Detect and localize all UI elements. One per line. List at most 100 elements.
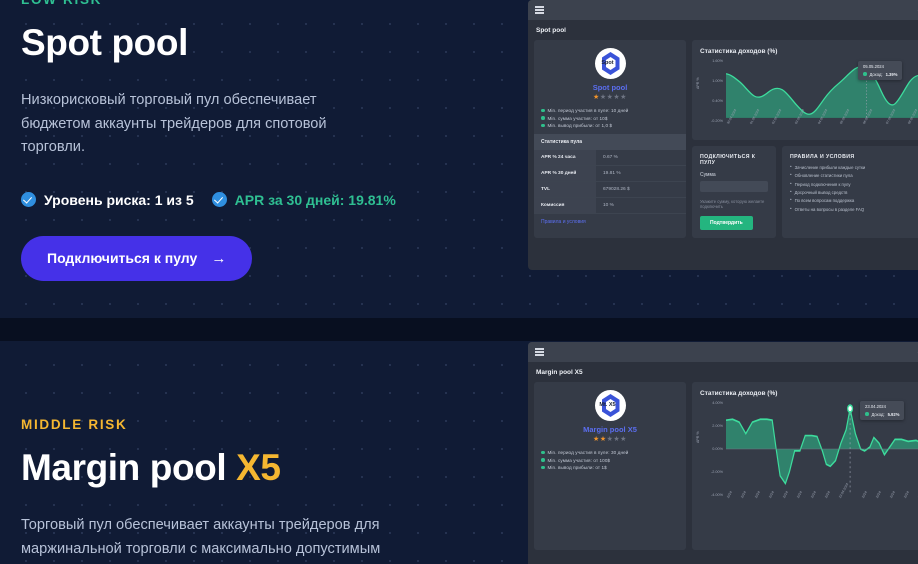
join-pool-title: Подключиться к пулу (700, 154, 756, 166)
chart-tooltip: 23.04.2024 Доход: 5.92% (860, 401, 905, 420)
tooltip-dot-icon (863, 72, 867, 76)
app-topbar: ☼ (528, 342, 918, 362)
bullet-text: Min. период участия в пуле: 10 дней (547, 108, 629, 113)
app-right-column: Статистика доходов (%) APR % 1.60% 1.00%… (692, 40, 918, 238)
page-title: Spot pool (21, 23, 491, 63)
y-tick: 4.00% (712, 401, 723, 405)
tooltip-date: 23.04.2024 (865, 404, 886, 409)
tooltip-value: 1.39% (885, 71, 898, 77)
list-item: • Досрочный вывод средств (790, 189, 918, 196)
table-cell-value: 10 % (603, 203, 614, 208)
list-item: Min. период участия в пуле: 10 дней (541, 108, 686, 113)
table-cell-key: Комиссия (534, 198, 596, 213)
tooltip-value-row: Доход: 1.39% (863, 72, 897, 77)
margin-pool-app-screenshot: ☼ Margin pool X5 Mt. X5 Margin pool X5 ★… (528, 342, 918, 564)
page-title-accent: X5 (236, 447, 281, 488)
list-item: • Ответы на вопросы в разделе FAQ (790, 206, 918, 212)
logo-text: Mt. X5 (599, 401, 616, 408)
rule-text: Досрочный вывод средств (794, 190, 848, 196)
risk-kicker: MIDDLE RISK (21, 417, 128, 432)
pool-description: Торговый пул обеспечивает аккаунты трейд… (21, 516, 381, 557)
table-cell-key: APR % 30 дней (534, 166, 596, 181)
hamburger-icon[interactable] (535, 6, 544, 14)
y-tick: -2.00% (710, 470, 723, 474)
list-item: • Обновление статистики пула (790, 172, 918, 178)
annotation-point (847, 404, 854, 414)
pool-info-card: Spot Spot pool ★★★★★ Min. период участия… (534, 40, 686, 238)
list-item: Min. вывод прибыли: от 1,0 $ (541, 123, 686, 128)
y-tick: 0.40% (712, 99, 723, 103)
facts-row: Уровень риска: 1 из 5 APR за 30 дней: 19… (21, 192, 491, 208)
join-pool-card: Подключиться к пулу Сумма Укажите сумму,… (692, 146, 776, 238)
app-body: Mt. X5 Margin pool X5 ★★★★★ Min. период … (528, 382, 918, 550)
bullet-dot-icon: • (790, 172, 792, 178)
tooltip-dot-icon (865, 412, 869, 416)
list-item: • Зачисление прибыли каждые сутки (790, 164, 918, 170)
fact-risk-level: Уровень риска: 1 из 5 (21, 192, 194, 208)
pool-description: Низкорисковый торговый пул обеспечивает … (21, 91, 327, 156)
income-chart-card: Статистика доходов (%) APR % 1.60% 1.00%… (692, 40, 918, 140)
bullet-dot-icon (541, 123, 545, 128)
table-cell-key: TVL (534, 182, 596, 197)
bullet-dot-icon (541, 458, 545, 462)
lower-cards-row: Подключиться к пулу Сумма Укажите сумму,… (692, 146, 918, 238)
arrow-right-icon: → (211, 249, 227, 267)
rule-text: Зачисление прибыли каждые сутки (794, 165, 866, 170)
y-tick: -4.00% (710, 493, 723, 497)
connect-to-pool-button[interactable]: Подключиться к пулу → (21, 235, 253, 281)
spot-pool-copy: LOW RISK Spot pool Низкорисковый торговы… (21, 0, 491, 281)
bullet-dot-icon (541, 450, 545, 455)
connect-to-pool-label: Подключиться к пулу (47, 250, 198, 267)
chart-tooltip: 05.05.2024 Доход: 1.39% (858, 61, 903, 80)
rules-list: • Зачисление прибыли каждые сутки • Обновл… (790, 164, 918, 212)
y-axis-ticks: 4.00% 2.00% 0.00% -2.00% -4.00% (700, 401, 726, 497)
table-cell-value: 0.67 % (603, 155, 618, 160)
y-tick: 1.60% (712, 59, 723, 63)
amount-input[interactable] (700, 181, 768, 192)
section-spot-pool: LOW RISK Spot pool Низкорисковый торговы… (0, 0, 918, 318)
bullet-text: Min. период участия в пуле: 30 дней (547, 450, 629, 455)
table-cell-value: 679028.26 $ (603, 187, 630, 192)
bullet-text: Min. вывод прибыли: от 1$ (547, 465, 607, 470)
table-cell-key: APR % 24 часа (534, 150, 596, 165)
page-title: Margin pool X5 (21, 448, 491, 488)
bullet-text: Min. сумма участия: от 10$ (547, 115, 608, 121)
confirm-button[interactable]: Подтвердить (700, 216, 753, 230)
risk-kicker: LOW RISK (21, 0, 491, 7)
pool-rating-stars: ★★★★★ (593, 436, 627, 443)
x-axis-ticks: 2024 2024 2024 2024 2024 2024 2024 2024 … (726, 482, 918, 511)
y-tick: 2.00% (712, 424, 723, 428)
y-tick: 0.00% (712, 447, 723, 451)
rule-text: По всем вопросам поддержка (794, 198, 855, 204)
y-tick: -0.20% (710, 119, 723, 123)
pool-logo-wrap: Spot (534, 48, 686, 79)
check-circle-icon (211, 192, 227, 208)
pool-rating-stars: ★★★★★ (593, 94, 627, 101)
pool-stats-table: Статистика пула APR % 24 часа 0.67 % APR… (534, 134, 686, 214)
app-breadcrumb: Margin pool X5 (528, 362, 918, 382)
bullet-dot-icon (541, 465, 545, 470)
rule-text: Ответы на вопросы в разделе FAQ (794, 206, 865, 212)
logo-text: Spot (601, 59, 614, 66)
tooltip-label: Доход: (871, 411, 885, 417)
list-item: Min. период участия в пуле: 30 дней (541, 450, 686, 455)
pool-logo-wrap: Mt. X5 (534, 390, 686, 421)
hamburger-icon[interactable] (535, 348, 544, 356)
tooltip-date: 05.05.2024 (863, 64, 884, 69)
list-item: Min. вывод прибыли: от 1$ (541, 465, 686, 470)
pool-bullet-list: Min. период участия в пуле: 10 дней Min.… (541, 108, 686, 128)
y-axis-ticks: 1.60% 1.00% 0.40% -0.20% (700, 59, 726, 123)
list-item: Min. сумма участия: от 100$ (541, 458, 686, 463)
terms-and-conditions-link[interactable]: Правила и условия (541, 219, 686, 225)
chart-title: Статистика доходов (%) (700, 48, 918, 55)
income-chart-card: Статистика доходов (%) APR % 4.00% 2.00%… (692, 382, 918, 550)
chart-title-text: Статистика доходов (%) (700, 48, 778, 55)
app-body: Spot Spot pool ★★★★★ Min. период участия… (528, 40, 918, 238)
chart-area: APR % 4.00% 2.00% 0.00% -2.00% -4.00% 23… (696, 401, 918, 511)
rules-title: Правила и условия (790, 154, 855, 160)
rules-card: Правила и условия • Зачисление прибыли ка… (782, 146, 918, 238)
spot-pool-logo-icon: Spot (594, 48, 626, 79)
pool-name: Margin pool X5 (583, 425, 637, 434)
table-cell-value: 19.81 % (603, 171, 621, 176)
pool-bullet-list: Min. период участия в пуле: 30 дней Min.… (541, 450, 686, 470)
